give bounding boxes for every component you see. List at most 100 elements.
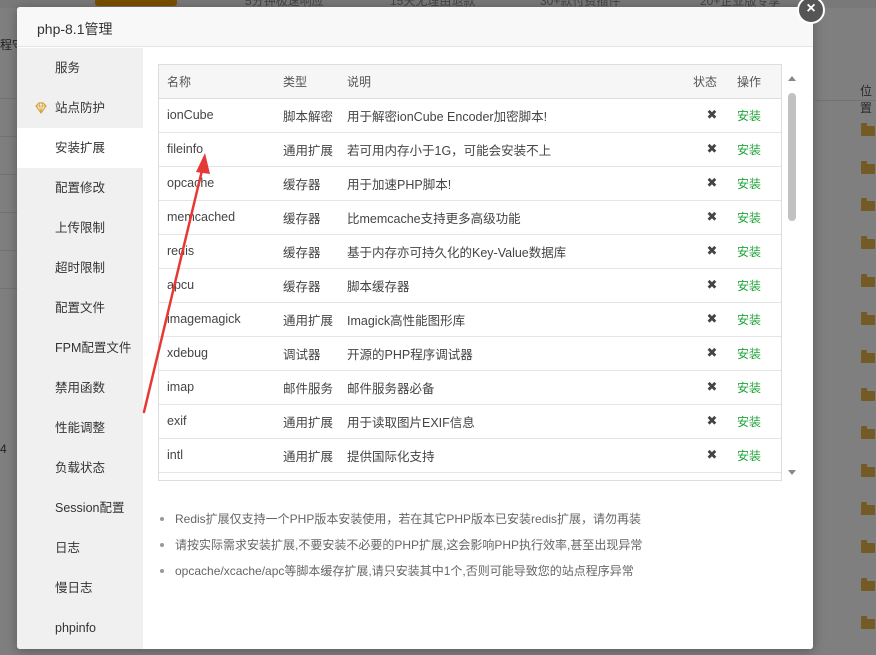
extension-description: 用于读取图片EXIF信息 (347, 404, 693, 439)
note-item: opcache/xcache/apc等脚本缓存扩展,请只安装其中1个,否则可能导… (160, 558, 780, 584)
table-row: opcache 缓存器 用于加速PHP脚本! ✖ 安装 (159, 166, 781, 201)
status-cross-icon: ✖ (693, 268, 731, 303)
table-row: intl 通用扩展 提供国际化支持 ✖ 安装 (159, 438, 781, 473)
table-row: imagemagick 通用扩展 Imagick高性能图形库 ✖ 安装 (159, 302, 781, 337)
extension-type: 调试器 (283, 336, 347, 371)
sidebar-item-fpm-config[interactable]: FPM配置文件 (17, 328, 143, 368)
status-cross-icon: ✖ (693, 370, 731, 405)
install-link[interactable]: 安装 (731, 404, 781, 439)
dialog-content: 名称 类型 说明 状态 操作 ionCube 脚本解密 用于解密ionCube En… (143, 48, 813, 649)
sidebar-item-label: Session配置 (55, 501, 125, 515)
install-link[interactable]: 安装 (731, 438, 781, 473)
column-header-action: 操作 (731, 65, 781, 99)
extension-type: 缓存器 (283, 200, 347, 235)
extension-name: xdebug (159, 336, 283, 371)
sidebar-item-slow-logs[interactable]: 慢日志 (17, 568, 143, 608)
extension-name: intl (159, 438, 283, 473)
scroll-down-arrow-icon[interactable] (788, 470, 796, 475)
extension-name: fileinfo (159, 132, 283, 167)
extension-name: redis (159, 234, 283, 269)
sidebar-item-session-config[interactable]: Session配置 (17, 488, 143, 528)
table-row: apcu 缓存器 脚本缓存器 ✖ 安装 (159, 268, 781, 303)
install-link[interactable]: 安装 (731, 336, 781, 371)
status-cross-icon: ✖ (693, 166, 731, 201)
extension-type: 通用扩展 (283, 404, 347, 439)
extension-description: 提供国际化支持 (347, 438, 693, 473)
install-link[interactable]: 安装 (731, 98, 781, 133)
dialog-sidebar: 服务 站点防护 安装扩展 配置修改 上传限制 超时限制 配置文件 FPM配置文件… (17, 48, 143, 649)
table-scrollbar[interactable] (786, 72, 798, 482)
extension-type: 脚本解密 (283, 98, 347, 133)
sidebar-item-load-status[interactable]: 负载状态 (17, 448, 143, 488)
sidebar-item-label: FPM配置文件 (55, 341, 132, 355)
sidebar-item-label: 负载状态 (55, 461, 106, 475)
sidebar-item-phpinfo[interactable]: phpinfo (17, 608, 143, 648)
extension-description: 用于加速PHP脚本! (347, 166, 693, 201)
scroll-up-arrow-icon[interactable] (788, 76, 796, 81)
column-header-description: 说明 (347, 65, 693, 99)
notes-list: Redis扩展仅支持一个PHP版本安装使用，若在其它PHP版本已安装redis扩… (160, 506, 780, 584)
status-cross-icon: ✖ (693, 98, 731, 133)
table-row: imap 邮件服务 邮件服务器必备 ✖ 安装 (159, 370, 781, 405)
column-header-name: 名称 (159, 65, 283, 99)
extension-name: imagemagick (159, 302, 283, 337)
sidebar-item-label: 性能调整 (55, 421, 106, 435)
sidebar-item-disabled-functions[interactable]: 禁用函数 (17, 368, 143, 408)
install-link[interactable]: 安装 (731, 268, 781, 303)
extension-name: opcache (159, 166, 283, 201)
extension-type: 邮件服务 (283, 370, 347, 405)
note-item: Redis扩展仅支持一个PHP版本安装使用，若在其它PHP版本已安装redis扩… (160, 506, 780, 532)
extension-name: ionCube (159, 98, 283, 133)
note-item: 请按实际需求安装扩展,不要安装不必要的PHP扩展,这会影响PHP执行效率,甚至出… (160, 532, 780, 558)
php-manage-dialog: php-8.1管理 服务 站点防护 安装扩展 配置修改 上传限制 超时限制 配置… (17, 7, 813, 649)
sidebar-item-site-protection[interactable]: 站点防护 (17, 88, 143, 128)
status-cross-icon: ✖ (693, 132, 731, 167)
column-header-status: 状态 (693, 65, 731, 99)
extension-type: 通用扩展 (283, 438, 347, 473)
sidebar-item-service[interactable]: 服务 (17, 48, 143, 88)
extension-description: 用于解密ionCube Encoder加密脚本! (347, 98, 693, 133)
extension-name: exif (159, 404, 283, 439)
extension-type: 通用扩展 (283, 132, 347, 167)
extension-type: 缓存器 (283, 268, 347, 303)
table-row: memcached 缓存器 比memcache支持更多高级功能 ✖ 安装 (159, 200, 781, 235)
status-cross-icon: ✖ (693, 336, 731, 371)
sidebar-item-label: 服务 (55, 61, 81, 75)
table-row: fileinfo 通用扩展 若可用内存小于1G，可能会安装不上 ✖ 安装 (159, 132, 781, 167)
sidebar-item-label: 日志 (55, 541, 81, 555)
sidebar-item-label: 配置文件 (55, 301, 106, 315)
table-row: exif 通用扩展 用于读取图片EXIF信息 ✖ 安装 (159, 404, 781, 439)
sidebar-item-timeout-limit[interactable]: 超时限制 (17, 248, 143, 288)
extension-description: 邮件服务器必备 (347, 370, 693, 405)
sidebar-item-logs[interactable]: 日志 (17, 528, 143, 568)
scroll-thumb[interactable] (788, 93, 796, 221)
sidebar-item-upload-limit[interactable]: 上传限制 (17, 208, 143, 248)
extension-name: apcu (159, 268, 283, 303)
install-link[interactable]: 安装 (731, 302, 781, 337)
dialog-header: php-8.1管理 (17, 7, 813, 47)
extensions-table-container[interactable]: 名称 类型 说明 状态 操作 ionCube 脚本解密 用于解密ionCube En… (158, 64, 782, 481)
status-cross-icon: ✖ (693, 302, 731, 337)
install-link[interactable]: 安装 (731, 166, 781, 201)
extensions-table: 名称 类型 说明 状态 操作 ionCube 脚本解密 用于解密ionCube En… (159, 65, 781, 473)
extension-name: imap (159, 370, 283, 405)
sidebar-item-config-edit[interactable]: 配置修改 (17, 168, 143, 208)
table-row: ionCube 脚本解密 用于解密ionCube Encoder加密脚本! ✖ 安装 (159, 98, 781, 133)
install-link[interactable]: 安装 (731, 200, 781, 235)
install-link[interactable]: 安装 (731, 132, 781, 167)
table-row: xdebug 调试器 开源的PHP程序调试器 ✖ 安装 (159, 336, 781, 371)
install-link[interactable]: 安装 (731, 370, 781, 405)
extension-description: 基于内存亦可持久化的Key-Value数据库 (347, 234, 693, 269)
sidebar-item-config-file[interactable]: 配置文件 (17, 288, 143, 328)
extension-description: 若可用内存小于1G，可能会安装不上 (347, 132, 693, 167)
extension-type: 通用扩展 (283, 302, 347, 337)
install-link[interactable]: 安装 (731, 234, 781, 269)
sidebar-item-install-extensions[interactable]: 安装扩展 (17, 128, 143, 168)
extension-description: Imagick高性能图形库 (347, 302, 693, 337)
sidebar-item-label: 站点防护 (55, 101, 106, 115)
sidebar-item-label: 安装扩展 (55, 141, 106, 155)
sidebar-item-label: 上传限制 (55, 221, 106, 235)
sidebar-item-performance[interactable]: 性能调整 (17, 408, 143, 448)
status-cross-icon: ✖ (693, 234, 731, 269)
extension-type: 缓存器 (283, 166, 347, 201)
